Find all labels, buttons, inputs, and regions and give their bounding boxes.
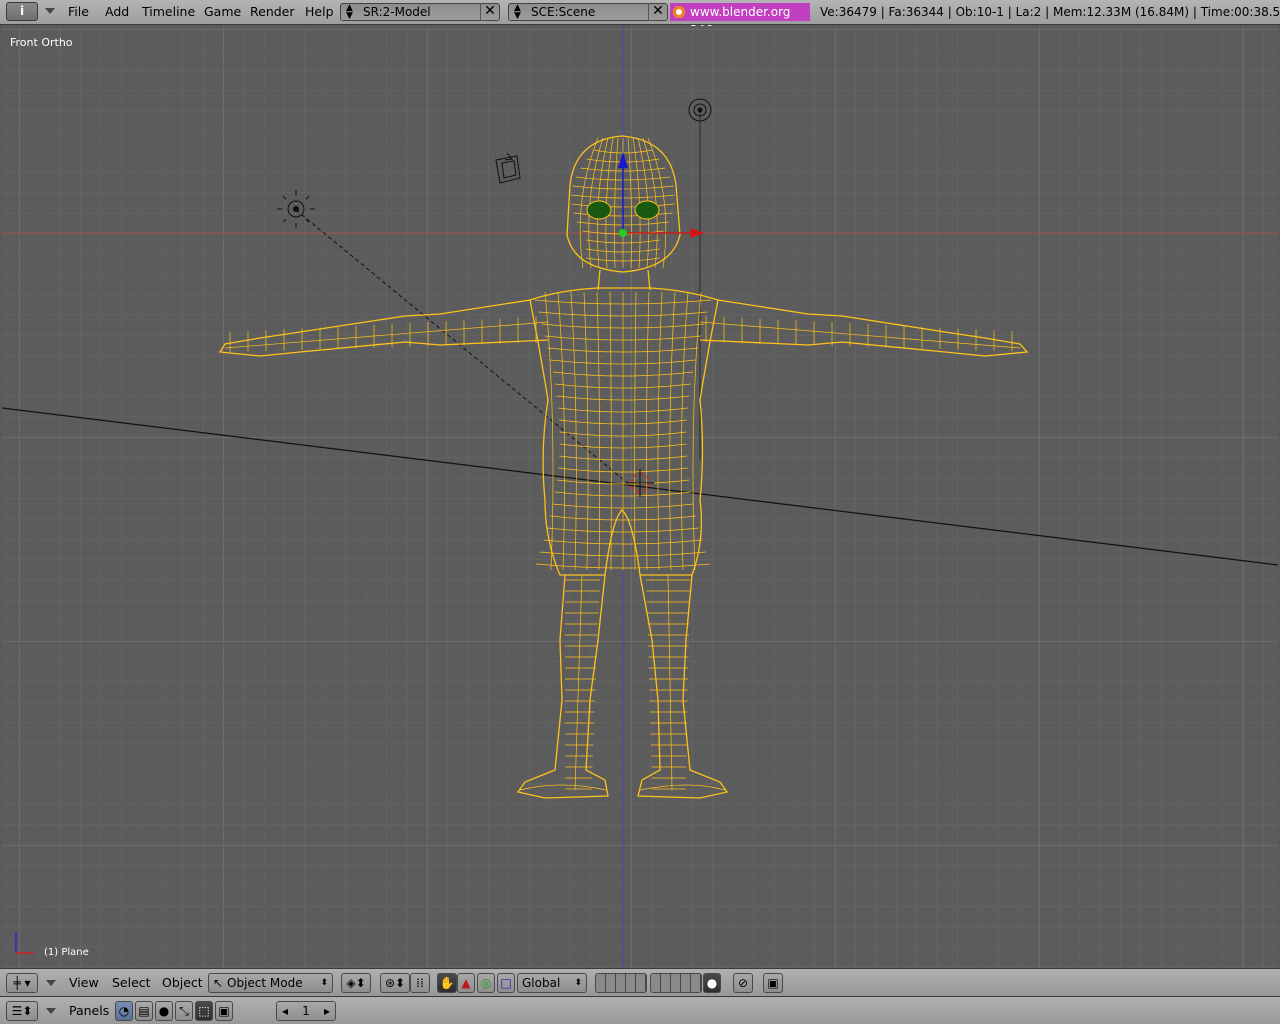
orientation-label: Global — [522, 976, 561, 990]
view-name-label: Front Ortho — [10, 36, 73, 49]
shading-icon: ● — [158, 1004, 170, 1018]
mode-label: Object Mode — [227, 976, 303, 990]
lock-layer-button[interactable]: ● — [703, 973, 721, 993]
scene-stats: Ve:36479 | Fa:36344 | Ob:10-1 | La:2 | M… — [820, 5, 1280, 19]
editing-icon: ⬚ — [198, 1004, 210, 1018]
hand-icon: ✋ — [439, 976, 455, 990]
right-leg-mesh — [637, 574, 729, 799]
updown-icon: ▲ ▼ — [514, 3, 521, 21]
menu-select[interactable]: Select — [112, 973, 151, 993]
collapse-menu-icon[interactable] — [45, 8, 55, 14]
menu-game[interactable]: Game — [204, 0, 241, 24]
editor-type-button[interactable]: ╪ ▾ — [6, 973, 38, 993]
layer-lock-button[interactable]: ⁞⁞ — [410, 973, 430, 993]
pivot-button[interactable]: ⊛⬍ — [380, 973, 410, 993]
scene-selector[interactable]: ▲ ▼ SCE:Scene ✕ — [508, 3, 668, 21]
right-arm-mesh — [699, 299, 1029, 357]
frame-number: 1 — [302, 1004, 310, 1018]
layer-buttons-2[interactable] — [650, 973, 702, 993]
3d-view-header: ╪ ▾ View Select Object ↖ Object Mode ⬍ ◈… — [0, 968, 1280, 996]
snap-button[interactable]: ⊘ — [733, 973, 753, 993]
menu-render[interactable]: Render — [250, 0, 295, 24]
render-icon: ▣ — [767, 976, 779, 990]
menu-help[interactable]: Help — [305, 0, 334, 24]
scale-icon: □ — [500, 976, 512, 990]
3d-viewport[interactable]: Front Ortho (1) Plane — [2, 26, 1278, 968]
mode-selector[interactable]: ↖ Object Mode ⬍ — [208, 973, 333, 993]
menu-timeline[interactable]: Timeline — [142, 0, 195, 24]
viewport-scene[interactable] — [2, 26, 1278, 968]
translate-button[interactable]: ▲ — [457, 973, 475, 993]
logic-icon: ◔ — [118, 1004, 130, 1018]
frame-field[interactable]: ◂ 1 ▸ — [276, 1001, 336, 1021]
menu-file[interactable]: File — [68, 0, 89, 24]
rotate-icon: ◎ — [480, 976, 492, 990]
screen-selector[interactable]: ▲ ▼ SR:2-Model ✕ — [340, 3, 500, 21]
collapse-header-icon[interactable] — [46, 980, 56, 986]
render-view-button[interactable]: ▣ — [763, 973, 783, 993]
editing-tab[interactable]: ⬚ — [195, 1001, 213, 1021]
object-tab[interactable]: ⤡ — [175, 1001, 193, 1021]
left-arm-mesh — [218, 299, 549, 357]
updown-icon: ▲ ▼ — [346, 3, 353, 21]
scene-icon: ▣ — [218, 1004, 230, 1018]
menu-object[interactable]: Object — [162, 973, 203, 993]
active-object-label: (1) Plane — [44, 947, 89, 958]
buttons-header: ☰⬍ Panels ◔ ▤ ● ⤡ ⬚ ▣ ◂ 1 ▸ — [0, 996, 1280, 1024]
blender-logo-icon — [673, 6, 685, 18]
logic-tab[interactable]: ◔ — [115, 1001, 133, 1021]
arrow-left-icon: ◂ — [282, 1004, 289, 1018]
axis-indicator-icon — [15, 933, 34, 954]
3d-cursor-icon[interactable] — [626, 469, 654, 497]
editor-type-button[interactable]: ☰⬍ — [6, 1001, 38, 1021]
menu-lines-icon: ☰⬍ — [11, 1004, 33, 1018]
rotate-button[interactable]: ◎ — [477, 973, 495, 993]
layer-buttons-1[interactable] — [595, 973, 647, 993]
object-icon: ⤡ — [179, 1004, 189, 1018]
delete-scene-button[interactable]: ✕ — [648, 3, 667, 21]
pivot-icon: ⊛⬍ — [384, 976, 406, 990]
shading-tab[interactable]: ● — [155, 1001, 173, 1021]
arrow-right-icon: ▸ — [323, 1004, 330, 1018]
script-tab[interactable]: ▤ — [135, 1001, 153, 1021]
scale-button[interactable]: □ — [497, 973, 515, 993]
draw-type-button[interactable]: ◈⬍ — [341, 973, 371, 993]
translate-icon: ▲ — [461, 976, 471, 990]
lamp-icon[interactable] — [277, 190, 315, 228]
updown-icon: ⬍ — [574, 978, 582, 988]
blender-url-badge[interactable]: www.blender.org 246 — [670, 3, 810, 37]
updown-icon: ⬍ — [320, 978, 328, 988]
screen-name[interactable]: SR:2-Model — [363, 5, 431, 19]
manipulator-toggle[interactable]: ✋ — [437, 973, 457, 993]
menu-add[interactable]: Add — [105, 0, 129, 24]
collapse-header-icon[interactable] — [46, 1008, 56, 1014]
lock-icon: ● — [706, 976, 718, 990]
script-icon: ▤ — [138, 1004, 150, 1018]
object-mode-icon: ↖ — [213, 976, 224, 990]
scene-tab[interactable]: ▣ — [215, 1001, 233, 1021]
scene-name[interactable]: SCE:Scene — [531, 5, 595, 19]
orientation-selector[interactable]: Global ⬍ — [517, 973, 587, 993]
grid-icon: ╪ ▾ — [13, 976, 31, 990]
info-editor-icon[interactable]: i — [6, 2, 38, 21]
menu-view[interactable]: View — [69, 973, 99, 993]
draw-type-icon: ◈⬍ — [346, 976, 366, 990]
dots-icon: ⁞⁞ — [416, 976, 424, 990]
delete-screen-button[interactable]: ✕ — [480, 3, 499, 21]
info-header: i File Add Timeline Game Render Help ▲ ▼ … — [0, 0, 1280, 37]
magnet-icon: ⊘ — [737, 976, 749, 990]
panels-label[interactable]: Panels — [69, 1001, 109, 1021]
camera-icon[interactable] — [495, 152, 521, 184]
left-leg-mesh — [516, 574, 609, 799]
